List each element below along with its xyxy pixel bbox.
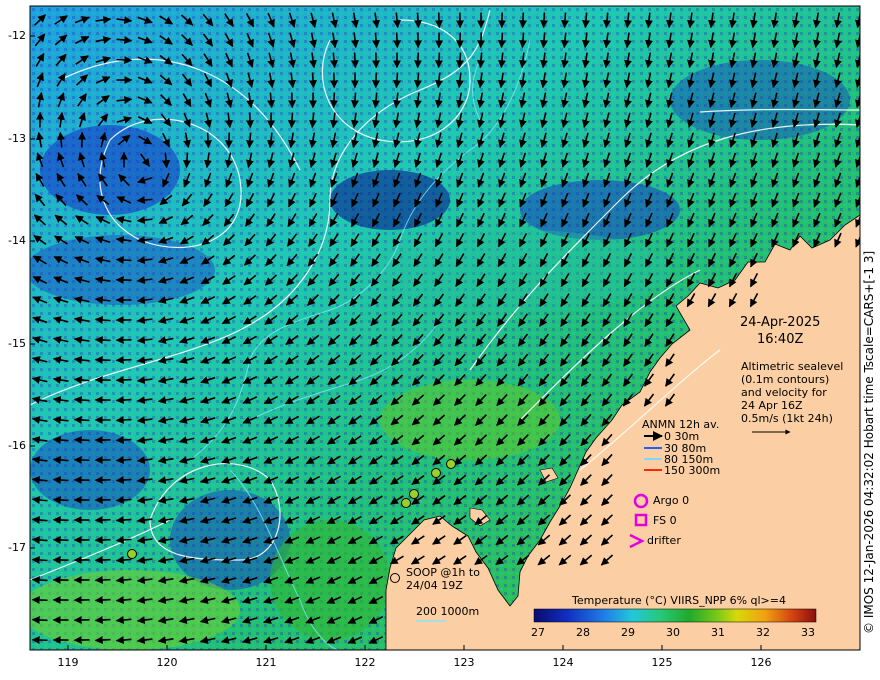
colorbar-title: Temperature (°C) VIIRS_NPP 6% ql>=4 bbox=[572, 594, 786, 607]
colorbar-tick: 33 bbox=[801, 626, 815, 639]
velocity-arrow bbox=[115, 436, 132, 445]
velocity-arrow bbox=[31, 595, 48, 604]
y-tick-label: -14 bbox=[8, 234, 26, 247]
velocity-arrow bbox=[287, 112, 296, 129]
velocity-arrow bbox=[115, 255, 132, 264]
velocity-arrow bbox=[329, 92, 338, 109]
velocity-arrow bbox=[351, 52, 360, 69]
velocity-arrow bbox=[434, 52, 443, 69]
velocity-arrow bbox=[182, 152, 191, 169]
y-tick-label: -13 bbox=[8, 132, 26, 145]
velocity-arrow bbox=[94, 576, 111, 585]
velocity-arrow bbox=[246, 112, 255, 129]
anmn-legend-item: 150 300m bbox=[664, 464, 721, 477]
velocity-arrow bbox=[31, 575, 48, 584]
velocity-arrow bbox=[52, 515, 69, 524]
velocity-arrow bbox=[94, 536, 111, 545]
map-date: 24-Apr-2025 bbox=[740, 315, 821, 330]
velocity-arrow bbox=[94, 616, 111, 625]
velocity-arrow bbox=[115, 356, 132, 365]
argo-label: Argo 0 bbox=[653, 494, 690, 507]
x-tick-label: 121 bbox=[255, 656, 277, 669]
velocity-arrow bbox=[518, 12, 527, 29]
velocity-arrow bbox=[560, 12, 569, 29]
velocity-arrow bbox=[94, 556, 111, 565]
velocity-arrow bbox=[73, 395, 90, 404]
velocity-arrow bbox=[73, 415, 90, 424]
soop-label: 24/04 19Z bbox=[406, 579, 463, 592]
velocity-arrow bbox=[115, 496, 132, 505]
velocity-arrow bbox=[476, 32, 485, 49]
velocity-arrow bbox=[52, 475, 69, 484]
velocity-arrow bbox=[73, 435, 90, 444]
colorbar bbox=[533, 608, 817, 623]
credit-line: © IMOS 12-Jan-2026 04:32:02 Hobart time … bbox=[862, 250, 876, 634]
velocity-arrow bbox=[94, 335, 111, 344]
velocity-arrow bbox=[31, 615, 48, 624]
velocity-arrow bbox=[372, 32, 381, 49]
velocity-arrow bbox=[539, 12, 548, 29]
colorbar-tick: 29 bbox=[621, 626, 635, 639]
x-tick-label: 120 bbox=[156, 656, 178, 669]
y-tick-label: -17 bbox=[8, 541, 26, 554]
bathymetry-label: 200 1000m bbox=[416, 605, 480, 618]
colorbar-tick: 28 bbox=[576, 626, 590, 639]
velocity-arrow bbox=[115, 376, 132, 385]
x-tick-label: 119 bbox=[57, 656, 79, 669]
soop-label: SOOP @1h to bbox=[406, 566, 480, 579]
velocity-arrow bbox=[350, 92, 359, 109]
fs-label: FS 0 bbox=[653, 514, 677, 527]
colorbar-tick: 30 bbox=[666, 626, 680, 639]
colorbar-tick: 27 bbox=[531, 626, 545, 639]
velocity-arrow bbox=[94, 596, 111, 605]
velocity-arrow bbox=[414, 12, 423, 29]
velocity-arrow bbox=[115, 416, 132, 425]
velocity-arrow bbox=[94, 355, 111, 364]
velocity-arrow bbox=[116, 56, 133, 65]
velocity-arrow bbox=[309, 72, 318, 89]
x-tick-label: 122 bbox=[354, 656, 376, 669]
velocity-arrow bbox=[115, 456, 132, 465]
velocity-arrow bbox=[455, 52, 464, 69]
velocity-arrow bbox=[94, 636, 111, 645]
velocity-arrow bbox=[31, 555, 48, 564]
x-tick-label: 126 bbox=[750, 656, 772, 669]
description-line: Altimetric sealevel bbox=[741, 360, 844, 373]
y-tick-label: -15 bbox=[8, 337, 26, 350]
y-tick-label: -16 bbox=[8, 439, 26, 452]
description-line: 0.5m/s (1kt 24h) bbox=[741, 412, 833, 425]
velocity-arrow bbox=[52, 495, 69, 504]
colorbar-tick: 31 bbox=[711, 626, 725, 639]
velocity-arrow bbox=[497, 32, 506, 49]
velocity-arrow bbox=[392, 72, 401, 89]
x-tick-label: 125 bbox=[651, 656, 673, 669]
description-line: 24 Apr 16Z bbox=[741, 399, 803, 412]
velocity-arrow bbox=[115, 396, 132, 405]
velocity-arrow bbox=[435, 12, 444, 29]
velocity-arrow bbox=[393, 32, 402, 49]
drifter-label: drifter bbox=[647, 534, 681, 547]
velocity-arrow bbox=[204, 132, 213, 149]
description-line: and velocity for bbox=[741, 386, 827, 399]
velocity-arrow bbox=[371, 72, 380, 89]
y-tick-label: -12 bbox=[8, 29, 26, 42]
description-line: (0.1m contours) bbox=[741, 373, 830, 386]
velocity-arrow bbox=[94, 516, 111, 525]
x-tick-label: 123 bbox=[453, 656, 475, 669]
map-time: 16:40Z bbox=[757, 332, 804, 347]
velocity-arrow bbox=[115, 476, 132, 485]
colorbar-tick: 32 bbox=[756, 626, 770, 639]
velocity-arrow bbox=[52, 535, 69, 544]
x-tick-label: 124 bbox=[552, 656, 574, 669]
velocity-arrow bbox=[31, 535, 48, 544]
